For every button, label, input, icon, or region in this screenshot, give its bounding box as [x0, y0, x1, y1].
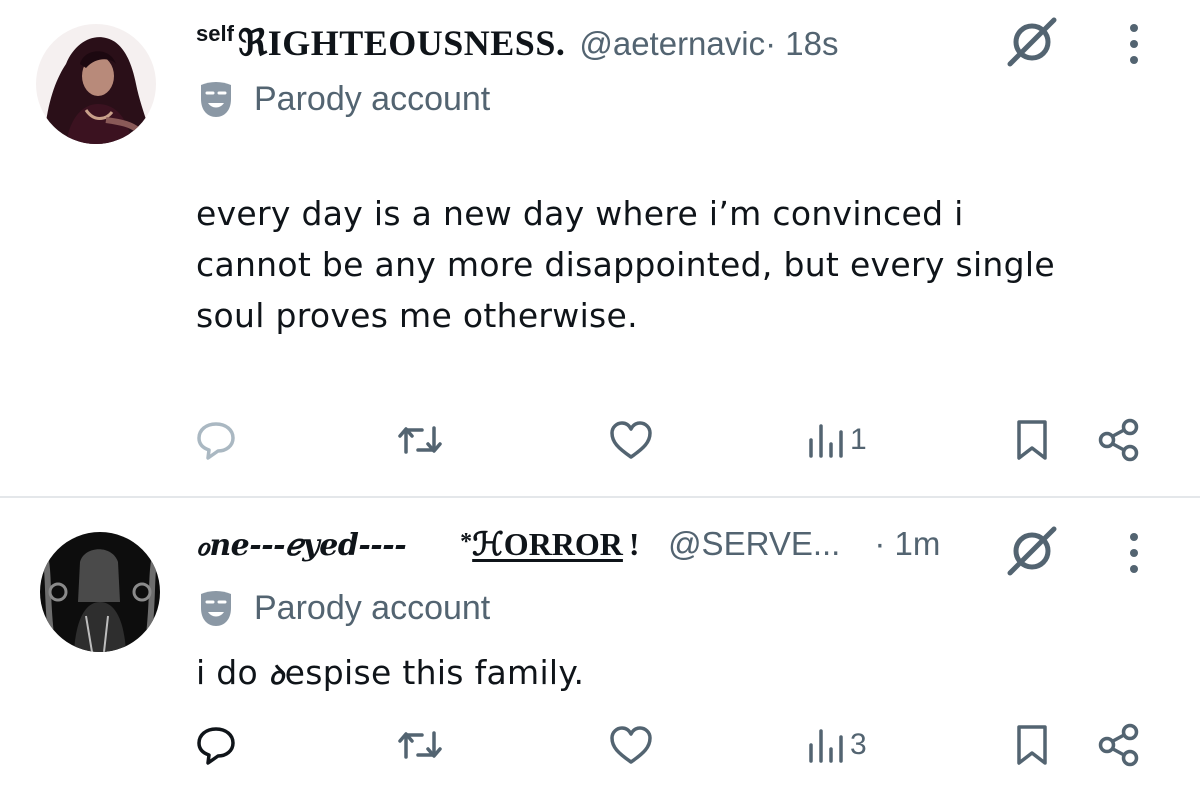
like-button[interactable]: [608, 410, 654, 470]
display-name-prefix[interactable]: self: [196, 21, 234, 47]
tweet-2[interactable]: ℴne---ℯyed---- * ℋORROR ! @SERVE... · 1m…: [0, 497, 1200, 801]
views-bar-chart-icon: [809, 729, 843, 763]
slashed-circle-icon[interactable]: [1004, 14, 1060, 70]
slashed-circle-icon[interactable]: [1004, 523, 1060, 579]
like-button[interactable]: [608, 715, 654, 775]
display-name-exclaim[interactable]: !: [629, 526, 640, 563]
heart-icon: [610, 421, 652, 459]
tweet-text: i do ꝺespise this family.: [196, 647, 1156, 702]
repost-button[interactable]: [396, 715, 444, 775]
tweet-text-line: every day is a new day where i’m convinc…: [196, 194, 964, 233]
user-handle[interactable]: @aeternavic: [579, 25, 765, 63]
repost-button[interactable]: [396, 410, 444, 470]
display-name[interactable]: ℜIGHTEOUSNESS.: [238, 22, 565, 64]
display-name-horror[interactable]: ℋORROR: [472, 525, 623, 563]
reply-icon: [197, 727, 235, 765]
action-bar: 1: [0, 410, 1200, 470]
tweet-1[interactable]: self ℜIGHTEOUSNESS. @aeternavic · 18s Pa…: [0, 0, 1200, 497]
views-bar-chart-icon: [809, 424, 843, 458]
reply-button[interactable]: [194, 410, 238, 470]
avatar[interactable]: [40, 532, 160, 652]
parody-badge: Parody account: [198, 80, 490, 119]
avatar[interactable]: [36, 24, 156, 144]
share-icon: [1098, 418, 1139, 462]
bookmark-button[interactable]: [1012, 410, 1052, 470]
theater-mask-icon: [201, 590, 231, 626]
tweet-text-line: cannot be any more disappointed, but eve…: [196, 245, 1055, 284]
view-count: 1: [850, 423, 867, 456]
more-vertical-icon[interactable]: [1124, 531, 1144, 575]
more-vertical-icon[interactable]: [1124, 22, 1144, 66]
reply-icon: [197, 422, 235, 460]
theater-mask-icon: [201, 81, 231, 117]
bookmark-icon: [1017, 725, 1047, 765]
avatar-image: [36, 24, 156, 144]
display-name[interactable]: ℴne---ℯyed----: [196, 528, 407, 563]
parody-label: Parody account: [254, 589, 491, 627]
user-handle[interactable]: @SERVE...: [668, 525, 840, 563]
share-button[interactable]: [1096, 410, 1142, 470]
author-line[interactable]: ℴne---ℯyed---- * ℋORROR ! @SERVE... · 1m: [196, 525, 940, 563]
tweet-text-part: i do: [196, 653, 269, 692]
bookmark-icon: [1017, 420, 1047, 460]
timestamp[interactable]: · 18s: [765, 25, 838, 63]
views-button[interactable]: 3: [806, 715, 867, 775]
display-name-star[interactable]: *: [460, 529, 472, 556]
timestamp[interactable]: · 1m: [874, 525, 940, 563]
tweet-text-part: espise this family.: [284, 653, 585, 692]
parody-badge: Parody account: [198, 589, 490, 628]
share-icon: [1098, 723, 1139, 767]
author-line[interactable]: self ℜIGHTEOUSNESS. @aeternavic · 18s: [196, 21, 838, 64]
bookmark-button[interactable]: [1012, 715, 1052, 775]
avatar-image: [40, 532, 160, 652]
reply-button[interactable]: [194, 715, 238, 775]
view-count: 3: [850, 728, 867, 761]
parody-label: Parody account: [254, 80, 491, 118]
heart-icon: [610, 726, 652, 764]
views-button[interactable]: 1: [806, 410, 867, 470]
tweet-text-deco: ꝺ: [268, 661, 285, 691]
tweet-text-line: soul proves me otherwise.: [196, 296, 638, 335]
repost-icon: [398, 426, 442, 454]
tweet-text: every day is a new day where i’m convinc…: [196, 188, 1156, 341]
share-button[interactable]: [1096, 715, 1142, 775]
repost-icon: [398, 731, 442, 759]
action-bar: 3: [0, 715, 1200, 775]
